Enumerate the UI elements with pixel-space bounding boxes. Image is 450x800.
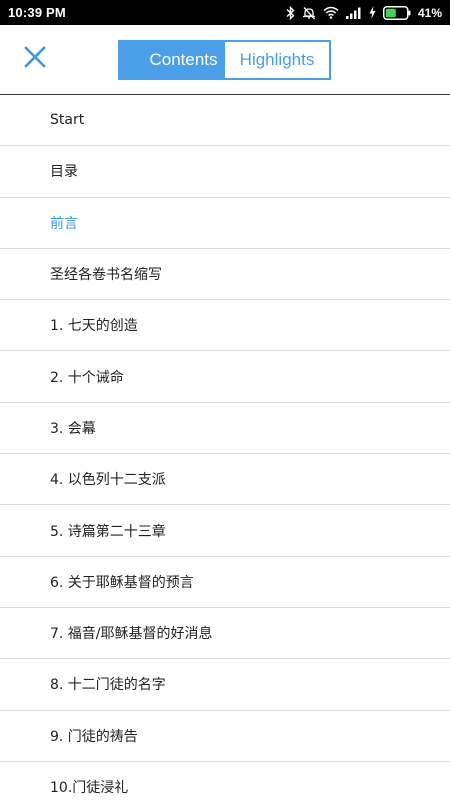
tab-contents-label: Contents (149, 50, 218, 69)
toc-item[interactable]: 2. 十个诫命 (0, 351, 450, 403)
mute-icon (302, 6, 316, 20)
toc-item[interactable]: 7. 福音/耶稣基督的好消息 (0, 608, 450, 660)
view-toggle: Contents Highlights (118, 40, 331, 80)
signal-icon (345, 7, 362, 19)
toc-item[interactable]: 10.门徒浸礼 (0, 762, 450, 800)
status-time: 10:39 PM (8, 5, 66, 20)
tab-highlights-label: Highlights (239, 50, 315, 69)
toc-item[interactable]: 4. 以色列十二支派 (0, 454, 450, 506)
toc-item[interactable]: 6. 关于耶稣基督的预言 (0, 557, 450, 608)
header: Contents Highlights (0, 25, 450, 95)
toc-item[interactable]: 8. 十二门徒的名字 (0, 659, 450, 711)
toc-item[interactable]: 3. 会幕 (0, 403, 450, 455)
close-icon (24, 46, 46, 72)
tab-contents[interactable]: Contents (120, 42, 225, 78)
toc-list: Start 目录 前言 圣经各卷书名缩写 1. 七天的创造 2. 十个诫命 3.… (0, 95, 450, 800)
wifi-icon (323, 6, 339, 19)
close-button[interactable] (18, 42, 52, 76)
toc-item[interactable]: Start (0, 95, 450, 147)
bluetooth-icon (286, 5, 295, 20)
charging-icon (369, 6, 376, 19)
battery-icon (382, 5, 411, 20)
toc-item[interactable]: 9. 门徒的祷告 (0, 711, 450, 762)
battery-percent: 41% (417, 5, 442, 20)
toc-item[interactable]: 5. 诗篇第二十三章 (0, 505, 450, 557)
toc-item[interactable]: 圣经各卷书名缩写 (0, 249, 450, 301)
toc-item[interactable]: 目录 (0, 146, 450, 198)
tab-highlights[interactable]: Highlights (225, 42, 329, 78)
status-bar: 10:39 PM 41% (0, 0, 450, 25)
toc-item-current[interactable]: 前言 (0, 198, 450, 249)
status-icons: 41% (286, 5, 442, 20)
toc-item[interactable]: 1. 七天的创造 (0, 300, 450, 352)
